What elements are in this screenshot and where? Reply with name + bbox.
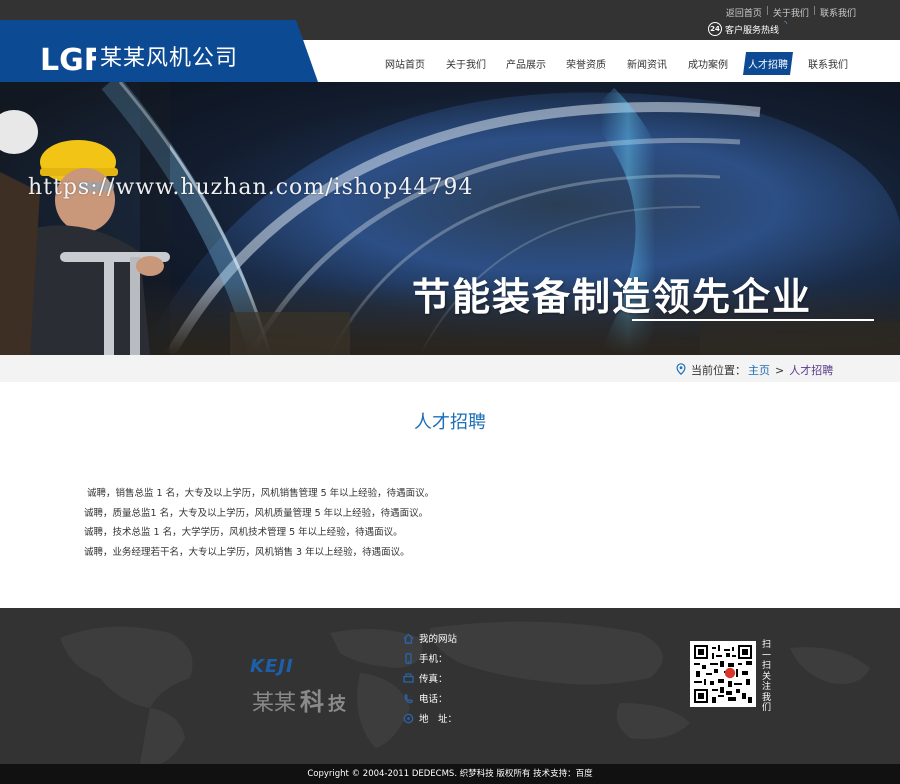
qr-code <box>690 641 756 707</box>
breadcrumb-home-link[interactable]: 主页 <box>748 362 770 378</box>
copyright: Copyright © 2004-2011 DEDECMS. 织梦科技 版权所有… <box>0 764 900 784</box>
job-list: 诚聘，销售总监 1 名，大专及以上学历，风机销售管理 5 年以上经验，待遇面议。… <box>84 484 434 562</box>
footer-brand-cn-part: 技 <box>328 694 347 715</box>
contact-label: 地 址： <box>419 714 458 725</box>
company-logo-icon[interactable]: LGF <box>40 40 96 76</box>
fax-icon <box>402 672 414 684</box>
nav-items: 网站首页 关于我们 产品展示 荣誉资质 新闻资讯 成功案例 人才招聘 联系我们 <box>374 52 858 75</box>
footer-brand-cn-part: 科 <box>300 688 325 716</box>
slogan-underline <box>632 319 874 321</box>
footer-brand-en: KEJI <box>250 656 294 677</box>
top-links: 返回首页 | 关于我们 | 联系我们 <box>722 6 860 19</box>
nav-item[interactable]: 成功案例 <box>678 52 738 75</box>
breadcrumb-bar: 当前位置： 主页 > 人才招聘 <box>0 355 900 382</box>
job-item: 诚聘，业务经理若干名，大专以上学历，风机销售 3 年以上经验，待遇面议。 <box>84 546 410 558</box>
nav-item[interactable]: 网站首页 <box>374 52 436 75</box>
footer-brand-cn: 某某 科 技 <box>252 682 346 717</box>
telephone-icon <box>402 692 414 704</box>
footer-brand-cn-part: 某某 <box>252 691 297 716</box>
breadcrumb: 当前位置： 主页 > 人才招聘 <box>676 362 833 378</box>
contact-row-website[interactable]: 我的网站 <box>402 628 457 648</box>
job-item: 诚聘，技术总监 1 名，大学学历，风机技术管理 5 年以上经验，待遇面议。 <box>84 527 403 538</box>
logo-letters: LGF <box>40 43 96 76</box>
nav-item[interactable]: 荣誉资质 <box>556 52 616 75</box>
company-name[interactable]: 某某风机公司 <box>100 40 238 72</box>
hotline-24-icon: 24 <box>708 22 722 36</box>
footer: KEJI 某某 科 技 我的网站 手机： 传真： 电话： 地 址： 扫一扫关注我… <box>0 608 900 764</box>
nav-item[interactable]: 产品展示 <box>496 52 556 75</box>
page-title: 人才招聘 <box>414 412 486 433</box>
top-link-about[interactable]: 关于我们 <box>769 6 813 19</box>
watermark-url: https://www.huzhan.com/ishop44794 <box>28 175 474 200</box>
hero-banner: https://www.huzhan.com/ishop44794 节能装备制造… <box>0 82 900 355</box>
main-nav: 网站首页 关于我们 产品展示 荣誉资质 新闻资讯 成功案例 人才招聘 联系我们 <box>318 40 900 82</box>
contact-row-telephone: 电话： <box>402 688 457 708</box>
service-hotline: 24 客户服务热线 ◝ <box>708 18 788 36</box>
qr-code-image <box>694 645 752 703</box>
home-icon <box>402 632 414 644</box>
breadcrumb-separator: > <box>775 363 785 377</box>
phone-icon <box>402 652 414 664</box>
contact-label: 手机： <box>419 654 448 665</box>
job-item: 诚聘，质量总监1 名，大专及以上学历，风机质量管理 5 年以上经验，待遇面议。 <box>84 507 429 519</box>
signal-icon: ◝ <box>784 18 788 28</box>
location-pin-icon <box>676 362 686 378</box>
nav-item[interactable]: 关于我们 <box>436 52 496 75</box>
top-link-contact[interactable]: 联系我们 <box>816 6 860 19</box>
contact-row-address: 地 址： <box>402 708 457 728</box>
breadcrumb-prefix: 当前位置： <box>691 364 746 377</box>
contact-label: 我的网站 <box>419 634 458 645</box>
contact-row-mobile: 手机： <box>402 648 457 668</box>
nav-item[interactable]: 人才招聘 <box>743 52 793 75</box>
hotline-label: 客户服务热线 <box>725 25 780 36</box>
job-item: 诚聘，销售总监 1 名，大专及以上学历，风机销售管理 5 年以上经验，待遇面议。 <box>87 488 435 499</box>
footer-contact: 我的网站 手机： 传真： 电话： 地 址： <box>402 628 457 728</box>
contact-row-fax: 传真： <box>402 668 457 688</box>
location-icon <box>402 712 414 724</box>
contact-label: 传真： <box>419 674 448 685</box>
banner-slogan: 节能装备制造领先企业 <box>412 275 813 319</box>
nav-item[interactable]: 新闻资讯 <box>616 52 678 75</box>
contact-label: 电话： <box>419 694 448 705</box>
top-link-home[interactable]: 返回首页 <box>722 6 766 19</box>
nav-item[interactable]: 联系我们 <box>798 52 858 75</box>
qr-label: 扫一扫关注我们 <box>762 640 772 713</box>
breadcrumb-current[interactable]: 人才招聘 <box>789 362 833 378</box>
